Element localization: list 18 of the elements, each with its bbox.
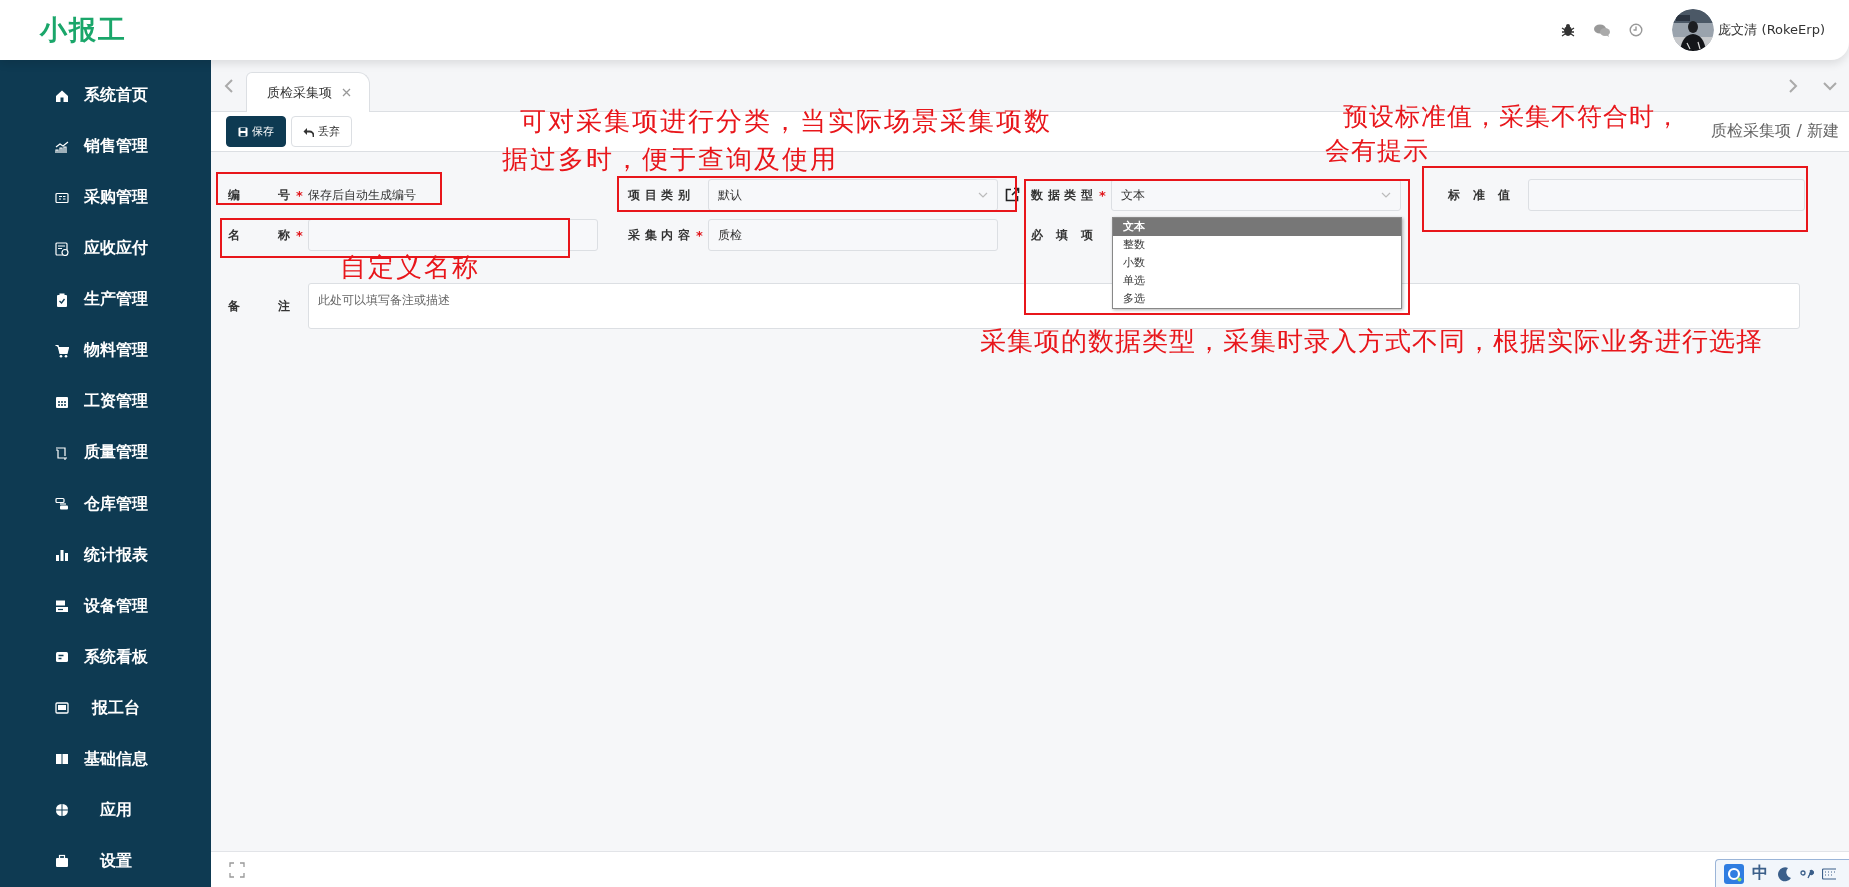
- field-label: 采集内容: [628, 226, 690, 244]
- field-label: 数据类型: [1031, 186, 1093, 204]
- field-label: 编号: [228, 186, 290, 204]
- field-label: 名称: [228, 226, 290, 244]
- field-label: 必填项: [1031, 226, 1093, 244]
- annotation-note: 可对采集项进行分类，当实际场景采集项数据过多时，便于查询及使用: [502, 105, 1053, 176]
- required-mark: *: [296, 227, 303, 243]
- breadcrumb: 质检采集项 / 新建: [1711, 121, 1839, 142]
- app-logo: 小报工: [40, 13, 127, 47]
- annotation-note: 自定义名称: [340, 252, 480, 282]
- annotation-note: 预设标准值，采集不符合时，会有提示: [1325, 101, 1682, 167]
- field-label: 备注: [228, 297, 290, 315]
- field-value: 保存后自动生成编号: [308, 186, 416, 204]
- field-label: 项目类别: [628, 186, 690, 204]
- required-mark: *: [1099, 187, 1106, 203]
- field-label: 标准值: [1448, 186, 1510, 204]
- required-mark: *: [696, 227, 703, 243]
- required-mark: *: [296, 187, 303, 203]
